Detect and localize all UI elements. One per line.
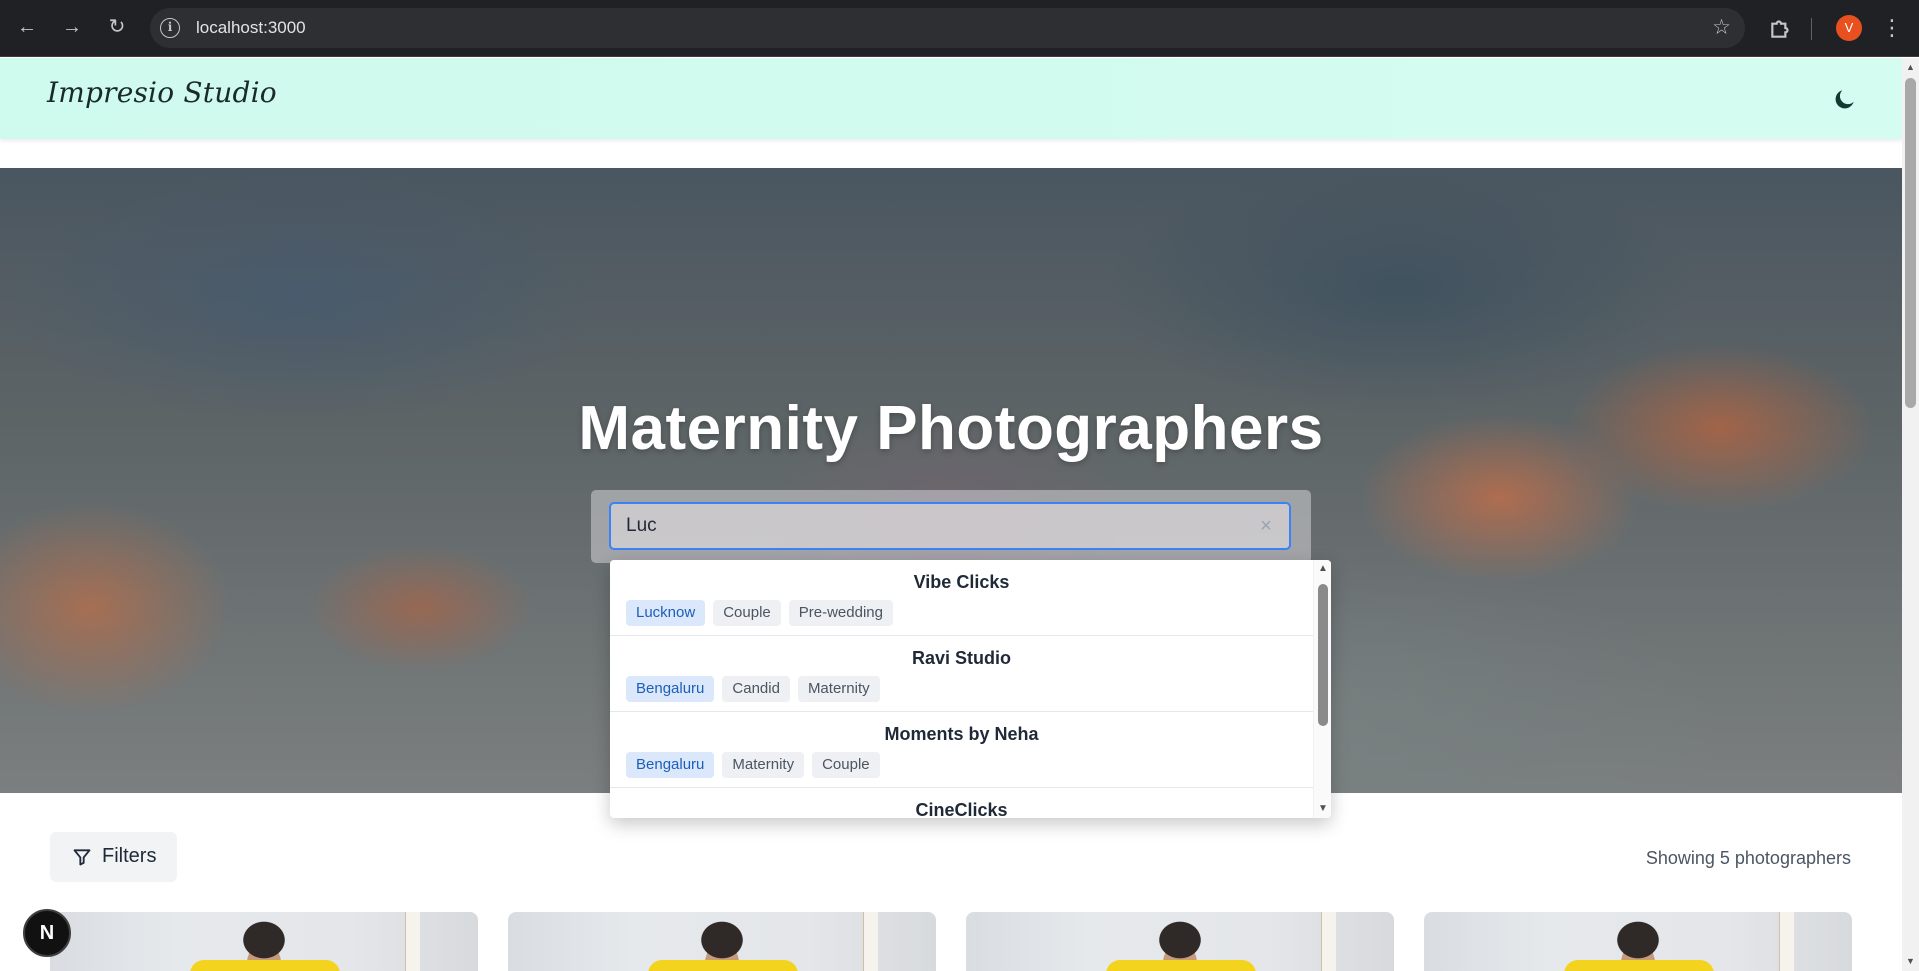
site-logo[interactable]: Impresio Studio [47, 76, 277, 109]
close-icon[interactable]: × [1254, 514, 1278, 538]
funnel-icon [73, 849, 91, 866]
address-bar[interactable]: i localhost:3000 ☆ [150, 8, 1745, 48]
scrollbar-thumb[interactable] [1318, 584, 1328, 726]
city-tag: Bengaluru [626, 676, 715, 702]
style-tag: Candid [722, 676, 790, 702]
suggestion-name: Vibe Clicks [913, 572, 1010, 592]
reload-icon[interactable]: ↻ [102, 12, 132, 42]
toolbar-divider [1811, 18, 1812, 40]
forward-arrow-icon[interactable]: → [57, 12, 87, 42]
scroll-down-arrow-icon[interactable]: ▼ [1317, 803, 1329, 815]
profile-avatar[interactable]: V [1836, 15, 1862, 41]
extensions-icon[interactable] [1768, 15, 1794, 41]
suggestion-tags: Lucknow Couple Pre-wedding [626, 600, 893, 626]
filters-button[interactable]: Filters [50, 832, 177, 882]
suggestion-item[interactable]: Ravi Studio Bengaluru Candid Maternity [610, 636, 1313, 712]
scroll-up-arrow-icon[interactable]: ▲ [1905, 62, 1916, 73]
site-header: Impresio Studio [0, 58, 1902, 139]
filters-label: Filters [102, 845, 157, 867]
suggestion-tags: Bengaluru Maternity Couple [626, 752, 880, 778]
style-tag: Maternity [797, 676, 880, 702]
page-title: Maternity Photographers [578, 394, 1324, 463]
city-tag: Bengaluru [626, 752, 715, 778]
style-tag: Couple [812, 752, 880, 778]
photographer-card[interactable] [508, 912, 936, 971]
scroll-up-arrow-icon[interactable]: ▲ [1317, 563, 1329, 575]
bookmark-star-icon[interactable]: ☆ [1712, 16, 1731, 40]
back-arrow-icon[interactable]: ← [12, 12, 42, 42]
scroll-down-arrow-icon[interactable]: ▼ [1905, 956, 1916, 967]
page-scrollbar[interactable]: ▲ ▼ [1902, 58, 1919, 971]
photographer-card[interactable] [1424, 912, 1852, 971]
style-tag: Maternity [722, 752, 805, 778]
photographer-card[interactable] [966, 912, 1394, 971]
results-count: Showing 5 photographers [1645, 848, 1851, 868]
suggestion-item[interactable]: Moments by Neha Bengaluru Maternity Coup… [610, 712, 1313, 788]
dropdown-scrollbar[interactable]: ▲ ▼ [1313, 560, 1331, 818]
site-info-icon[interactable]: i [160, 18, 180, 38]
style-tag: Couple [713, 600, 781, 626]
search-panel: × [591, 490, 1311, 563]
moon-icon[interactable] [1832, 86, 1858, 112]
city-tag: Lucknow [626, 600, 706, 626]
suggestion-name: Ravi Studio [911, 648, 1011, 668]
suggestion-name: CineClicks [915, 800, 1008, 818]
search-input[interactable] [609, 502, 1291, 550]
browser-toolbar: ← → ↻ i localhost:3000 ☆ V ⋮ [0, 0, 1919, 57]
kebab-menu-icon[interactable]: ⋮ [1881, 14, 1903, 42]
suggestion-tags: Bengaluru Candid Maternity [626, 676, 880, 702]
address-url[interactable]: localhost:3000 [196, 18, 306, 38]
suggestion-item[interactable]: Vibe Clicks Lucknow Couple Pre-wedding [610, 560, 1313, 636]
suggestion-item[interactable]: CineClicks [610, 788, 1313, 818]
suggestions-dropdown: Vibe Clicks Lucknow Couple Pre-wedding R… [610, 560, 1331, 818]
nextjs-dev-badge[interactable]: N [23, 909, 71, 957]
photographer-card[interactable] [50, 912, 478, 971]
style-tag: Pre-wedding [788, 600, 893, 626]
scrollbar-thumb[interactable] [1905, 78, 1916, 408]
suggestion-name: Moments by Neha [884, 724, 1039, 744]
